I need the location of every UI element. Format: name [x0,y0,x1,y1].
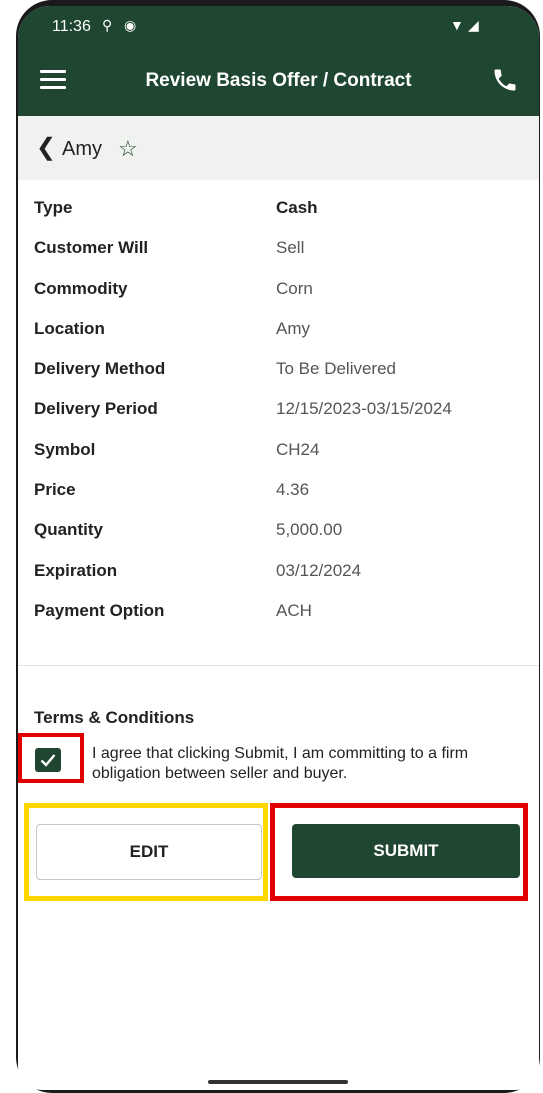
home-indicator[interactable] [208,1080,348,1084]
detail-row-type: Type Cash [18,188,539,228]
contract-details: Type Cash Customer Will Sell Commodity C… [18,188,539,631]
star-outline-icon[interactable]: ☆ [118,136,138,162]
usb-icon: ⚲ [102,17,113,33]
phone-icon[interactable] [491,66,519,94]
detail-value: 12/15/2023-03/15/2024 [276,399,452,419]
edit-button[interactable]: EDIT [36,824,262,880]
detail-row-symbol: Symbol CH24 [18,430,539,470]
detail-row-commodity: Commodity Corn [18,269,539,309]
detail-value: CH24 [276,439,320,459]
detail-value: ACH [276,600,312,620]
detail-label: Customer Will [34,238,149,258]
location-header: ❮ Amy ☆ [18,116,539,180]
terms-agree-text: I agree that clicking Submit, I am commi… [92,745,469,782]
detail-label: Quantity [34,520,103,540]
status-time: 11:36 [52,18,91,35]
detail-label: Price [34,480,76,500]
detail-row-payment-option: Payment Option ACH [18,591,539,631]
detail-row-price: Price 4.36 [18,470,539,510]
detail-label: Location [34,318,105,338]
menu-icon[interactable] [40,70,66,90]
wifi-icon: ▼ [450,17,464,33]
detail-label: Payment Option [34,600,165,620]
checkbox-highlight [18,733,84,783]
checkmark-icon [40,754,56,767]
page-title: Review Basis Offer / Contract [145,70,412,91]
detail-label: Delivery Method [34,359,166,379]
section-divider [18,665,539,666]
detail-row-delivery-period: Delivery Period 12/15/2023-03/15/2024 [18,389,539,429]
terms-title: Terms & Conditions [34,708,195,727]
detail-row-expiration: Expiration 03/12/2024 [18,551,539,591]
detail-label: Symbol [34,439,96,459]
terms-checkbox[interactable] [35,748,61,772]
detail-label: Expiration [34,560,118,580]
detail-value: 4.36 [276,480,310,500]
signal-icon: ◢ [468,17,479,33]
detail-value: 03/12/2024 [276,560,362,580]
detail-value: 5,000.00 [276,520,343,540]
detail-value: Amy [276,318,310,338]
detail-value: Sell [276,238,305,258]
detail-label: Commodity [34,278,128,298]
detail-row-location: Location Amy [18,309,539,349]
detail-row-customer-will: Customer Will Sell [18,228,539,268]
detail-value: To Be Delivered [276,359,397,379]
detail-row-quantity: Quantity 5,000.00 [18,510,539,550]
app-bar: Review Basis Offer / Contract [18,48,539,116]
app-screen: 11:36 ⚲ ◉ ▼ ◢ Review Basis Offer / Contr… [18,6,539,1090]
detail-label: Delivery Period [34,399,158,419]
detail-value: Cash [276,198,318,217]
detail-value: Corn [276,278,313,298]
chevron-left-icon[interactable]: ❮ [36,134,56,162]
detail-row-delivery-method: Delivery Method To Be Delivered [18,349,539,389]
location-title: Amy [62,138,102,160]
status-bar: 11:36 ⚲ ◉ ▼ ◢ [18,6,539,48]
sync-icon: ◉ [124,17,137,33]
detail-label: Type [34,198,73,217]
submit-button[interactable]: SUBMIT [292,824,520,878]
